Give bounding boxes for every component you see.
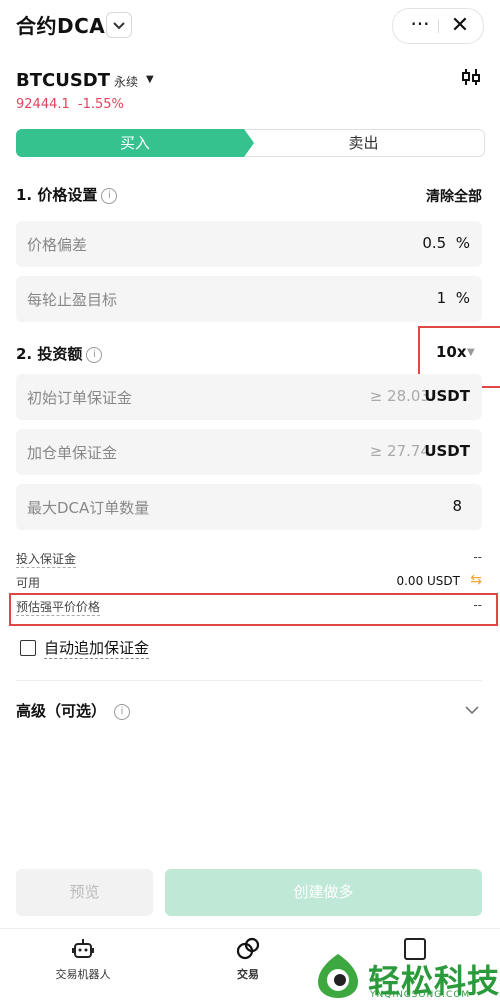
- auto-margin-label[interactable]: 自动追加保证金: [44, 637, 150, 659]
- section-title: 2. 投资额: [16, 345, 83, 363]
- title-dropdown-button[interactable]: [106, 12, 132, 38]
- robot-icon: [72, 939, 94, 958]
- parameter-settings-button[interactable]: [460, 66, 482, 88]
- create-long-button[interactable]: 创建做多: [165, 869, 482, 916]
- chevron-down-icon[interactable]: [463, 701, 481, 723]
- watermark-subtext: YNQINGSONG.COM: [370, 990, 471, 1000]
- advanced-section-toggle[interactable]: 高级（可选） i: [16, 700, 131, 721]
- chevron-down-icon: [113, 22, 125, 30]
- price-ticker: 92444.1 -1.55%: [16, 97, 124, 112]
- value-text: 1: [436, 289, 447, 307]
- sliders-icon: [462, 69, 480, 85]
- available-label: 可用: [16, 576, 41, 590]
- field-value: 0.5 %: [422, 234, 470, 252]
- divider: [16, 680, 482, 681]
- symbol-selector[interactable]: BTCUSDT: [16, 70, 110, 91]
- preview-button[interactable]: 预览: [16, 869, 153, 916]
- field-label: 价格偏差: [27, 236, 88, 254]
- unit-text: %: [455, 234, 470, 252]
- nav-label: 交易机器人: [55, 968, 111, 981]
- field-label: 初始订单保证金: [27, 389, 133, 407]
- info-icon[interactable]: i: [114, 703, 131, 720]
- field-label: 最大DCA订单数量: [27, 499, 150, 517]
- last-price: 92444.1: [16, 97, 70, 112]
- margin-value: --: [473, 550, 482, 564]
- initial-margin-field[interactable]: 初始订单保证金 ≥ 28.03 USDT: [16, 374, 482, 420]
- available-value: 0.00 USDT: [396, 574, 460, 588]
- min-hint: ≥ 28.03: [369, 387, 430, 405]
- caret-down-icon[interactable]: ▼: [146, 74, 154, 85]
- watermark-logo: [316, 952, 360, 998]
- investment-heading: 2. 投资额 i: [16, 343, 103, 364]
- highlight-box: [9, 593, 498, 626]
- max-dca-orders-field[interactable]: 最大DCA订单数量 8: [16, 484, 482, 530]
- price-deviation-field[interactable]: 价格偏差 0.5 %: [16, 221, 482, 267]
- tab-buy[interactable]: 买入: [16, 129, 254, 157]
- min-hint: ≥ 27.74: [369, 442, 430, 460]
- clear-all-button[interactable]: 清除全部: [426, 186, 482, 206]
- contract-type: 永续: [114, 75, 139, 89]
- unit-text: %: [455, 289, 470, 307]
- value-text: 0.5: [422, 234, 447, 252]
- side-tabs: 卖出 买入: [16, 129, 485, 157]
- info-icon[interactable]: i: [101, 187, 118, 204]
- nav-item-trade[interactable]: 交易: [208, 936, 288, 982]
- divider: [438, 19, 439, 33]
- unit-text: USDT: [424, 387, 470, 405]
- advanced-label: 高级（可选）: [16, 702, 107, 720]
- unit-text: USDT: [424, 442, 470, 460]
- take-profit-field[interactable]: 每轮止盈目标 1 %: [16, 276, 482, 322]
- margin-label: 投入保证金: [16, 552, 77, 568]
- trade-icon: [236, 937, 260, 960]
- page-title: 合约DCA: [16, 14, 106, 38]
- add-position-margin-field[interactable]: 加仓单保证金 ≥ 27.74 USDT: [16, 429, 482, 475]
- price-change: -1.55%: [77, 97, 124, 112]
- field-label: 加仓单保证金: [27, 444, 118, 462]
- field-value: 8: [452, 497, 462, 515]
- auto-margin-checkbox[interactable]: [20, 640, 36, 656]
- field-value: 1 %: [437, 289, 470, 307]
- divider: [0, 928, 500, 929]
- more-button[interactable]: ···: [403, 14, 437, 37]
- section-title: 1. 价格设置: [16, 186, 98, 204]
- nav-label: 交易: [237, 968, 259, 981]
- tab-sell[interactable]: 卖出: [242, 129, 485, 157]
- field-label: 每轮止盈目标: [27, 291, 118, 309]
- info-icon[interactable]: i: [86, 346, 103, 363]
- transfer-icon[interactable]: ⇆: [470, 572, 482, 588]
- window-controls: ··· ✕: [392, 8, 484, 44]
- close-button[interactable]: ✕: [445, 15, 475, 37]
- nav-item-trading-bots[interactable]: 交易机器人: [38, 936, 128, 982]
- price-settings-heading: 1. 价格设置 i: [16, 184, 118, 205]
